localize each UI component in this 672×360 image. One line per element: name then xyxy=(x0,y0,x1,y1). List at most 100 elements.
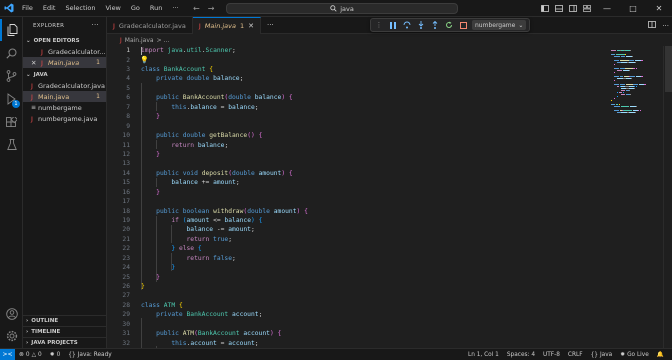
cursor-position[interactable]: Ln 1, Col 1 xyxy=(464,352,503,358)
account-icon[interactable] xyxy=(0,303,23,325)
minimap-line xyxy=(617,96,619,97)
problems-status[interactable]: ⊗ 0 △ 0 xyxy=(15,352,46,358)
breadcrumb-file[interactable]: Main.java xyxy=(125,37,154,44)
outline-section[interactable]: › OUTLINE xyxy=(23,315,106,326)
drag-handle-icon[interactable]: ⋮ xyxy=(374,20,384,30)
file-numbergame[interactable]: ≡ numbergame xyxy=(23,102,106,113)
menu-item[interactable]: Edit xyxy=(38,0,61,17)
split-editor-icon[interactable] xyxy=(648,21,657,30)
code-token: return xyxy=(171,141,195,149)
open-editors-label: OPEN EDITORS xyxy=(33,37,80,44)
testing-flask-icon[interactable] xyxy=(0,134,23,156)
command-center-search[interactable]: java xyxy=(226,3,458,14)
minimap-line xyxy=(614,76,619,77)
tab-main[interactable]: J Main.java 1 ✕ xyxy=(192,17,262,34)
timeline-section[interactable]: › TIMELINE xyxy=(23,326,106,337)
run-and-debug-icon[interactable]: 1 xyxy=(0,88,23,110)
java-projects-section[interactable]: › JAVA PROJECTS xyxy=(23,337,106,348)
remote-indicator-icon[interactable]: >< xyxy=(0,348,15,360)
code-text: private double balance; xyxy=(141,75,243,82)
menu-item[interactable]: Go xyxy=(126,0,145,17)
step-out-icon[interactable] xyxy=(430,20,440,30)
explorer-icon[interactable] xyxy=(0,19,23,41)
open-editor-gradecalculator[interactable]: J Gradecalculator... xyxy=(23,46,106,57)
title-bar: File Edit Selection View Go Run ··· ← → java —… xyxy=(0,0,672,17)
notifications-bell-icon[interactable]: 🔔 xyxy=(653,352,668,358)
line-number: 28 xyxy=(122,301,130,309)
code-token: ; xyxy=(232,47,236,55)
code-editor[interactable]: 💡 1 import java.util.Scanner; 2 3 class Bank… xyxy=(107,46,607,348)
close-tab-icon[interactable]: ✕ xyxy=(248,22,254,30)
java-status[interactable]: {} Java: Ready xyxy=(64,352,115,358)
file-main-java[interactable]: J Main.java 1 xyxy=(23,91,106,102)
file-gradecalculator-java[interactable]: J Gradecalculator.java xyxy=(23,80,106,91)
code-token: } xyxy=(141,282,145,290)
code-token: account xyxy=(228,339,255,347)
java-folder-section[interactable]: ⌄ JAVA xyxy=(23,69,106,80)
minimap-line xyxy=(635,68,637,69)
pause-icon[interactable] xyxy=(388,20,398,30)
source-control-icon[interactable] xyxy=(0,65,23,87)
editor-tabs: J Gradecalculator.java J Main.java 1 ✕ ·… xyxy=(107,17,672,34)
menu-item[interactable]: Run xyxy=(145,0,167,17)
line-number: 14 xyxy=(122,169,130,177)
step-into-icon[interactable] xyxy=(416,20,426,30)
code-line: 26} xyxy=(107,282,607,291)
go-live-button[interactable]: ✹ Go Live xyxy=(616,352,653,358)
scrollbar-thumb[interactable] xyxy=(665,46,672,92)
customize-layout-icon[interactable] xyxy=(580,0,594,17)
search-icon[interactable] xyxy=(0,42,23,64)
more-actions-icon[interactable]: ··· xyxy=(662,22,669,30)
extensions-icon[interactable] xyxy=(0,111,23,133)
menu-item[interactable]: View xyxy=(100,0,125,17)
menu-item[interactable]: Selection xyxy=(60,0,100,17)
open-editor-main[interactable]: ✕ J Main.java 1 xyxy=(23,57,106,68)
menu-item[interactable]: File xyxy=(17,0,38,17)
line-number: 3 xyxy=(126,66,130,74)
minimap[interactable] xyxy=(607,46,663,348)
stop-icon[interactable] xyxy=(458,20,468,30)
minimap-line xyxy=(629,90,631,91)
debug-config-select[interactable]: numbergame ⌄ xyxy=(472,20,527,30)
encoding[interactable]: UTF-8 xyxy=(539,352,564,358)
forward-arrow-icon[interactable]: → xyxy=(208,4,215,13)
vertical-scrollbar[interactable] xyxy=(663,46,672,348)
open-editors-section[interactable]: ⌄ OPEN EDITORS xyxy=(23,35,106,46)
end-of-line[interactable]: CRLF xyxy=(564,352,587,358)
tab-gradecalculator[interactable]: J Gradecalculator.java xyxy=(107,17,193,34)
search-icon xyxy=(330,5,337,12)
code-token: balance xyxy=(190,103,217,111)
close-editor-icon[interactable]: ✕ xyxy=(31,59,41,67)
back-arrow-icon[interactable]: ← xyxy=(193,4,200,13)
file-numbergame-java[interactable]: J numbergame.java xyxy=(23,113,106,124)
manage-gear-icon[interactable] xyxy=(0,325,23,347)
code-token: BankAccount xyxy=(163,66,206,74)
close-window-icon[interactable]: ✕ xyxy=(646,0,672,17)
restart-icon[interactable] xyxy=(444,20,454,30)
line-number: 24 xyxy=(122,264,130,272)
minimize-icon[interactable]: — xyxy=(594,0,620,17)
language-mode[interactable]: {} Java xyxy=(587,352,617,358)
minimap-line xyxy=(619,68,625,69)
explorer-more-icon[interactable]: ··· xyxy=(91,21,99,29)
indentation[interactable]: Spaces: 4 xyxy=(503,352,539,358)
toggle-secondary-sidebar-icon[interactable] xyxy=(566,0,580,17)
search-text: java xyxy=(340,4,354,13)
minimap-line xyxy=(619,104,620,105)
maximize-icon[interactable]: □ xyxy=(620,0,646,17)
toggle-panel-icon[interactable] xyxy=(552,0,566,17)
step-over-icon[interactable] xyxy=(402,20,412,30)
code-token: ; xyxy=(250,226,255,234)
broadcast-icon: ✹ xyxy=(49,351,55,358)
code-line: 27 xyxy=(107,291,607,300)
code-token: amount xyxy=(258,169,282,177)
menu-item[interactable]: ··· xyxy=(167,0,183,17)
toggle-primary-sidebar-icon[interactable] xyxy=(538,0,552,17)
code-token: ; xyxy=(228,235,233,243)
ports-status[interactable]: ✹ 0 xyxy=(46,352,65,358)
ports-count: 0 xyxy=(56,351,61,358)
breadcrumb-rest[interactable]: > ... xyxy=(157,37,170,44)
tabs-more-icon[interactable]: ··· xyxy=(261,17,280,33)
